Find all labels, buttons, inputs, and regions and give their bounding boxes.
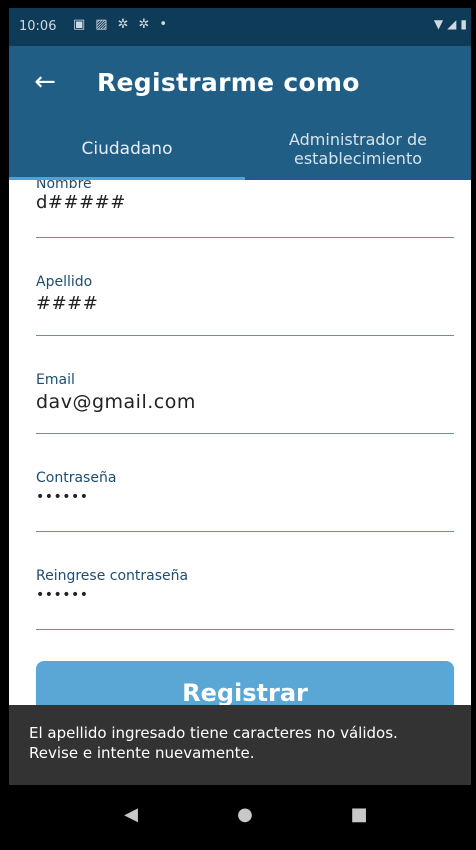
field-label: Nombre	[36, 180, 92, 192]
nombre-field[interactable]: Nombre d#####	[36, 180, 454, 238]
back-arrow-icon[interactable]: ←	[27, 64, 63, 100]
status-time: 10:06	[19, 19, 57, 34]
apellido-field[interactable]: Apellido ####	[36, 274, 454, 336]
dot-icon: •	[159, 17, 168, 32]
field-underline	[36, 237, 454, 238]
field-underline	[36, 531, 454, 532]
tab-administrador[interactable]: Administrador de establecimiento	[245, 118, 471, 180]
field-label: Contraseña	[36, 470, 117, 486]
snackbar: El apellido ingresado tiene caracteres n…	[9, 705, 471, 785]
field-value: dav@gmail.com	[36, 391, 196, 413]
device-frame-left	[0, 0, 9, 850]
field-label: Apellido	[36, 274, 93, 290]
signal-icon: ◢	[447, 17, 457, 31]
tab-bar: Ciudadano Administrador de establecimien…	[9, 118, 471, 180]
system-nav-bar: ◀ ● ■	[9, 785, 471, 845]
tab-label: Administrador de establecimiento	[288, 130, 428, 168]
field-underline	[36, 629, 454, 630]
app-bar: ← Registrarme como	[9, 46, 471, 118]
battery-icon: ▮	[460, 17, 467, 31]
image-icon: ▨	[95, 17, 108, 32]
device-frame-bottom	[0, 845, 476, 850]
tab-label: Ciudadano	[81, 139, 173, 159]
settings-icon: ✲	[138, 17, 150, 32]
page-title: Registrarme como	[97, 68, 360, 97]
field-value: d#####	[36, 192, 126, 213]
device-frame-right	[471, 0, 476, 850]
password-field[interactable]: Contraseña ••••••	[36, 470, 454, 532]
tab-ciudadano[interactable]: Ciudadano	[9, 118, 245, 180]
notification-icon: ▣	[73, 17, 86, 32]
settings-icon: ✲	[117, 17, 129, 32]
register-button-label: Registrar	[182, 679, 308, 705]
status-bar: 10:06 ▣ ▨ ✲ ✲ • ▼ ◢ ▮	[9, 8, 471, 46]
field-value: ••••••	[36, 489, 89, 505]
field-underline	[36, 433, 454, 434]
device-frame-top	[0, 0, 476, 8]
nav-home-icon[interactable]: ●	[231, 803, 259, 827]
field-value: ••••••	[36, 587, 89, 603]
wifi-icon: ▼	[433, 17, 444, 31]
email-field[interactable]: Email dav@gmail.com	[36, 372, 454, 434]
field-label: Email	[36, 372, 75, 388]
status-icons-right: ▼ ◢ ▮	[434, 17, 467, 31]
field-underline	[36, 335, 454, 336]
register-button[interactable]: Registrar	[36, 661, 454, 705]
field-label: Reingrese contraseña	[36, 568, 189, 584]
field-value: ####	[36, 293, 99, 314]
registration-form: Nombre d##### Apellido #### Email dav@gm…	[9, 180, 471, 705]
nav-recent-icon[interactable]: ■	[345, 803, 373, 827]
status-icons-left: ▣ ▨ ✲ ✲ •	[73, 17, 167, 32]
nav-back-icon[interactable]: ◀	[117, 803, 145, 827]
snackbar-message: El apellido ingresado tiene caracteres n…	[29, 724, 398, 762]
confirm-password-field[interactable]: Reingrese contraseña ••••••	[36, 568, 454, 630]
